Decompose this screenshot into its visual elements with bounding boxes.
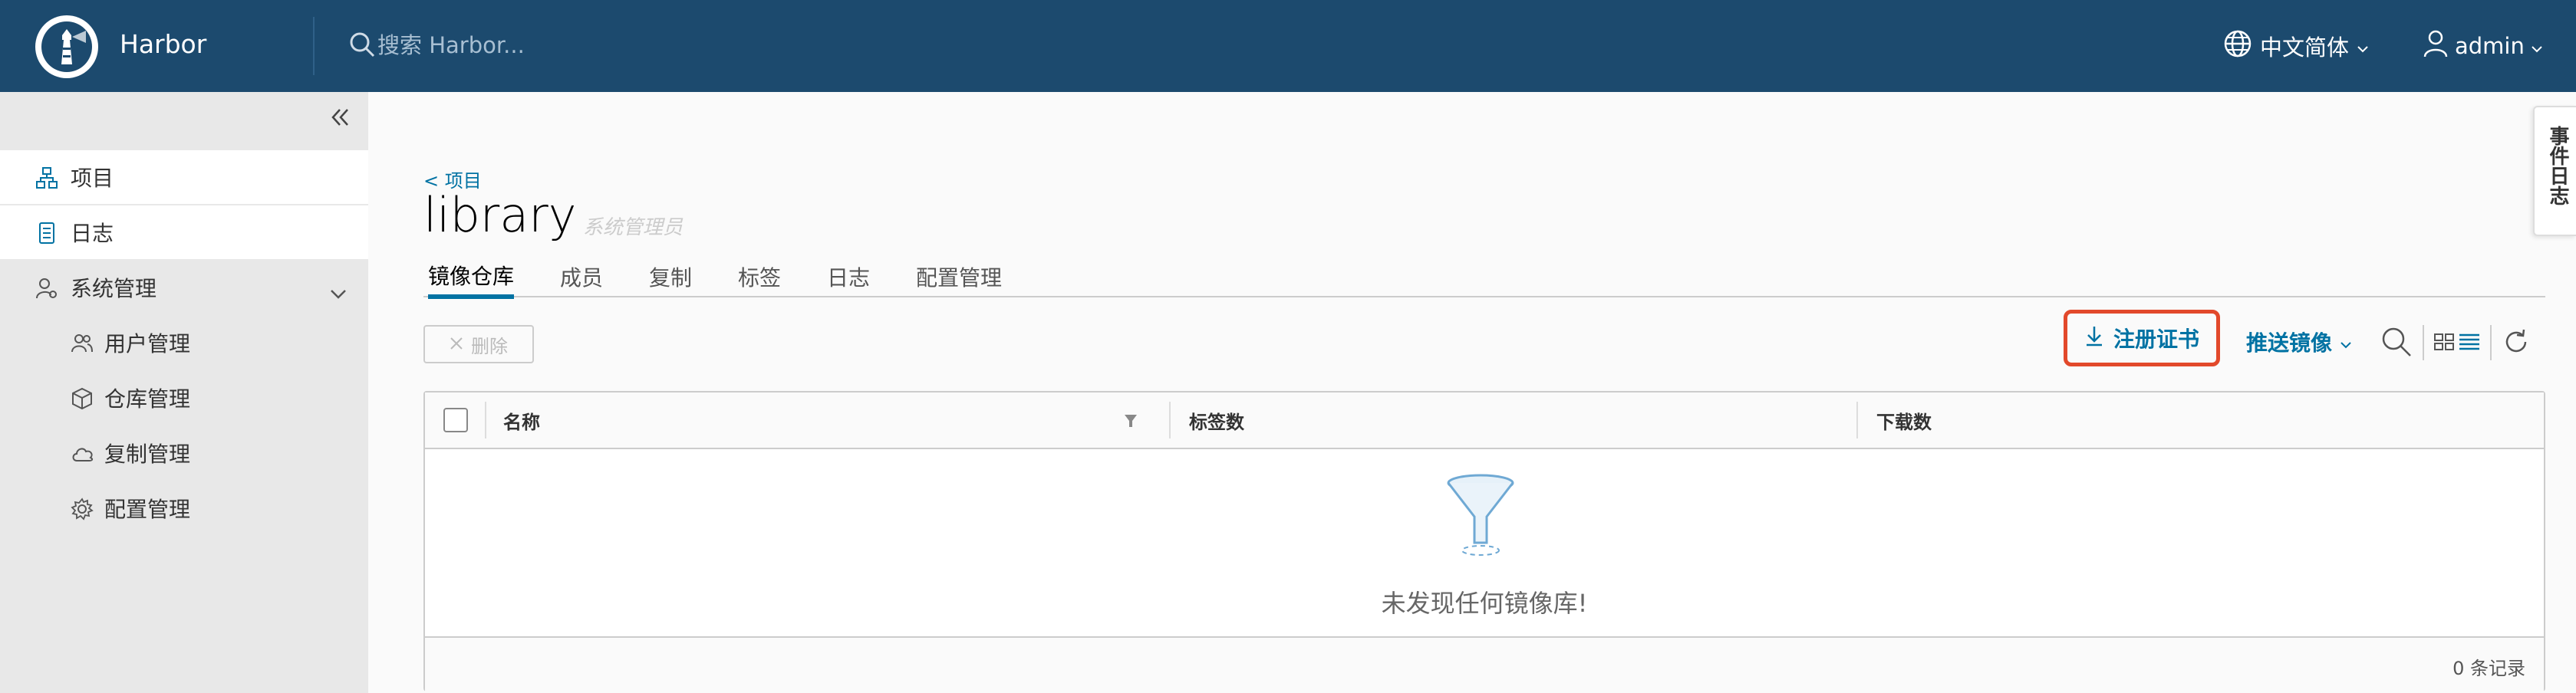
- sidebar-item-label: 用户管理: [104, 331, 191, 356]
- gear-icon: [71, 498, 94, 526]
- user-menu[interactable]: admin: [2423, 29, 2543, 63]
- language-label: 中文简体: [2260, 34, 2350, 61]
- chevron-down-icon: [2357, 33, 2369, 59]
- push-image-button[interactable]: 推送镜像: [2246, 327, 2352, 357]
- users-icon: [71, 332, 94, 360]
- card-view-icon[interactable]: [2433, 331, 2455, 356]
- user-name: admin: [2455, 33, 2525, 59]
- repository-table: 名称 标签数 下载数 未发现任何镜像库! 0 条记录: [423, 391, 2545, 691]
- tab-replication[interactable]: 复制: [649, 256, 692, 297]
- sidebar-item-label: 仓库管理: [104, 386, 191, 412]
- download-icon: [2084, 325, 2104, 352]
- tab-configuration[interactable]: 配置管理: [916, 256, 1002, 297]
- page-title: library: [423, 187, 577, 243]
- sidebar-item-label: 配置管理: [104, 497, 191, 522]
- sidebar-item-projects[interactable]: 项目: [0, 150, 368, 204]
- column-tags[interactable]: 标签数: [1189, 392, 1244, 448]
- push-image-label: 推送镜像: [2246, 330, 2333, 356]
- record-count: 0 条记录: [2452, 658, 2525, 679]
- search-input[interactable]: [377, 29, 776, 61]
- search-icon[interactable]: [348, 31, 376, 61]
- top-header: Harbor 中文简体 admin: [0, 0, 2576, 92]
- search-icon[interactable]: [2380, 325, 2413, 362]
- select-all-checkbox[interactable]: [443, 408, 468, 432]
- list-view-icon[interactable]: [2458, 331, 2481, 356]
- sidebar-item-system-admin[interactable]: 系统管理: [0, 261, 368, 314]
- box-icon: [71, 387, 94, 415]
- sidebar-subitem-users[interactable]: 用户管理: [0, 316, 368, 369]
- tab-logs[interactable]: 日志: [827, 256, 870, 297]
- toolbar-divider: [2490, 325, 2492, 360]
- collapse-sidebar-icon[interactable]: [328, 106, 351, 132]
- column-divider: [1856, 402, 1858, 438]
- delete-button[interactable]: 删除: [423, 325, 534, 363]
- user-icon: [2423, 29, 2449, 64]
- event-log-tab[interactable]: 事件日志: [2533, 106, 2576, 236]
- empty-message: 未发现任何镜像库!: [1381, 589, 1588, 618]
- toolbar-divider: [2423, 325, 2424, 360]
- tab-repositories[interactable]: 镜像仓库: [428, 256, 515, 299]
- sidebar-item-label: 系统管理: [71, 276, 157, 301]
- projects-icon: [35, 166, 58, 195]
- register-certificate-label: 注册证书: [2113, 327, 2199, 352]
- header-divider: [313, 17, 315, 75]
- sidebar-item-label: 项目: [71, 166, 114, 191]
- sidebar-item-label: 复制管理: [104, 442, 191, 467]
- column-downloads[interactable]: 下载数: [1876, 392, 1932, 448]
- funnel-icon: [1444, 472, 1517, 560]
- register-certificate-button[interactable]: 注册证书: [2064, 310, 2220, 366]
- role-label: 系统管理员: [583, 216, 684, 239]
- sidebar-subitem-repositories[interactable]: 仓库管理: [0, 371, 368, 425]
- column-divider: [485, 402, 486, 438]
- harbor-logo-icon[interactable]: [35, 15, 98, 78]
- empty-state: 未发现任何镜像库!: [425, 449, 2544, 636]
- table-header: 名称 标签数 下载数: [425, 392, 2544, 449]
- tab-members[interactable]: 成员: [560, 256, 603, 297]
- admin-icon: [35, 277, 58, 305]
- event-log-label: 事件日志: [2546, 126, 2569, 205]
- chevron-down-icon: [330, 281, 347, 306]
- filter-icon[interactable]: [1123, 412, 1138, 432]
- tab-labels[interactable]: 标签: [738, 256, 781, 297]
- chevron-down-icon: [2531, 33, 2543, 59]
- table-footer: 0 条记录: [425, 636, 2544, 691]
- chevron-down-icon: [2340, 330, 2352, 355]
- refresh-icon[interactable]: [2502, 328, 2530, 359]
- sidebar-subitem-replication[interactable]: 复制管理: [0, 426, 368, 480]
- sidebar: 项目 日志 系统管理 用户管理 仓库管理 复制管理 配置管理: [0, 92, 368, 693]
- cloud-icon: [71, 442, 95, 471]
- logs-icon: [35, 222, 58, 250]
- column-divider: [1169, 402, 1171, 438]
- globe-icon: [2223, 29, 2252, 64]
- brand-name[interactable]: Harbor: [120, 29, 206, 59]
- sidebar-subitem-configuration[interactable]: 配置管理: [0, 481, 368, 535]
- language-selector[interactable]: 中文简体: [2223, 29, 2369, 63]
- column-name[interactable]: 名称: [503, 392, 540, 448]
- close-icon: [450, 333, 463, 355]
- delete-label: 删除: [471, 335, 508, 357]
- sidebar-item-label: 日志: [71, 221, 114, 246]
- tab-bar: 镜像仓库 成员 复制 标签 日志 配置管理: [423, 256, 2545, 299]
- sidebar-item-logs[interactable]: 日志: [0, 205, 368, 259]
